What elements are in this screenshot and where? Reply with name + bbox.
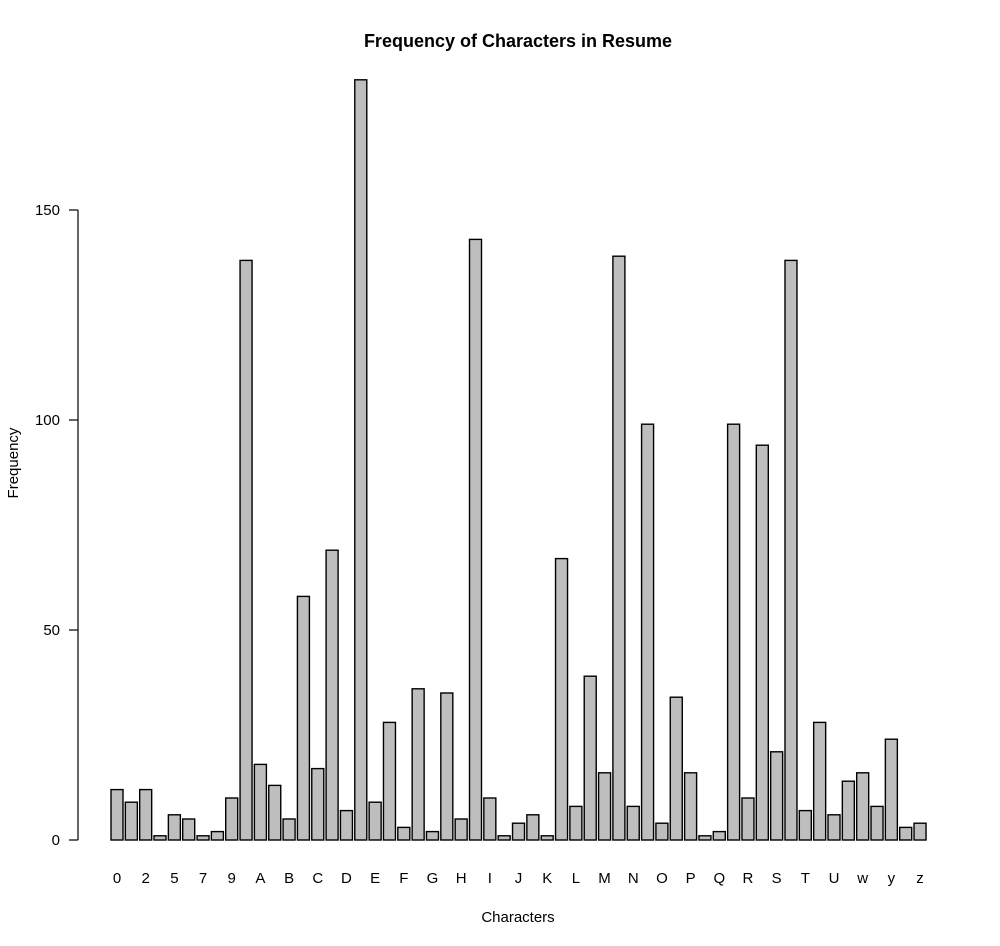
x-tick-label: G (427, 870, 439, 887)
x-tick-label: A (255, 870, 265, 887)
bar-3 (153, 835, 167, 841)
bar-h (440, 692, 454, 841)
bar-y (884, 738, 899, 841)
bar-m (583, 675, 597, 841)
x-tick-label: I (488, 870, 492, 887)
x-tick-label: H (456, 870, 467, 887)
x-tick-label: M (598, 870, 611, 887)
x-tick-label: Q (713, 870, 725, 887)
x-tick-label: E (370, 870, 380, 887)
bar-I (483, 797, 497, 841)
x-tick-label: z (916, 870, 924, 887)
x-tick-label: P (686, 870, 696, 887)
bar-t (784, 259, 798, 841)
bar-U (827, 814, 841, 841)
bar-chart: Frequency of Characters in Resume Charac… (5, 31, 927, 926)
bar-x (870, 805, 884, 841)
x-axis-label: Characters (481, 909, 554, 926)
y-tick-label: 100 (35, 412, 60, 429)
x-tick-label: B (284, 870, 294, 887)
y-tick-label: 50 (43, 622, 60, 639)
x-tick-label: C (312, 870, 323, 887)
x-tick-label: U (829, 870, 840, 887)
y-tick-label: 150 (35, 202, 60, 219)
x-tick-label: D (341, 870, 352, 887)
x-tick-label: K (542, 870, 552, 887)
bar-v (841, 780, 856, 841)
x-tick-label: 0 (113, 870, 121, 887)
bar-9 (225, 797, 239, 841)
x-tick-label: T (801, 870, 810, 887)
bar-g (411, 688, 425, 841)
x-tick-label: F (399, 870, 408, 887)
bar-0 (110, 788, 124, 841)
x-tick-label: 2 (142, 870, 150, 887)
y-axis-label: Frequency (5, 427, 22, 498)
bar-p (669, 696, 683, 841)
bar-2 (138, 788, 153, 841)
bar-5 (167, 814, 182, 841)
bar-z (913, 822, 927, 841)
x-tick-label: L (572, 870, 580, 887)
bars-group (110, 79, 927, 841)
bar-O (655, 822, 669, 841)
bar-F (397, 826, 411, 841)
bar-A (253, 763, 268, 841)
x-tick-label: 5 (170, 870, 178, 887)
bar-e (354, 79, 368, 841)
bar-s (755, 444, 769, 841)
x-tick-label: S (772, 870, 782, 887)
bar-E (368, 801, 382, 841)
x-tick-label: 9 (228, 870, 236, 887)
bar-u (812, 721, 827, 841)
y-tick-label: 0 (52, 832, 60, 849)
bar-f (382, 721, 397, 841)
y-axis: 0 50 100 150 (35, 202, 79, 849)
x-tick-label: O (656, 870, 668, 887)
bar-S (769, 751, 784, 841)
x-tick-label: J (515, 870, 523, 887)
bar-b (268, 784, 282, 841)
bar-T (798, 809, 813, 841)
bar-C (311, 767, 325, 841)
bar-Q (712, 830, 726, 841)
bar-a (239, 259, 253, 841)
bar-K (540, 835, 554, 841)
x-tick-labels: 0 2 5 7 9 A B C D E F GH I J K L MNO PQ R S T Uw y z (113, 870, 924, 887)
bar-d (325, 549, 339, 841)
x-tick-label: N (628, 870, 639, 887)
bar-7 (196, 835, 210, 841)
x-tick-label: 7 (199, 870, 207, 887)
bar-j (497, 835, 511, 841)
bar-B (282, 818, 296, 841)
bar-P (683, 772, 698, 841)
bar-c (296, 595, 311, 841)
bar-1 (124, 801, 139, 841)
x-tick-label: w (856, 870, 868, 887)
bar-q (698, 835, 712, 841)
x-tick-label: R (743, 870, 754, 887)
bar-Y (899, 826, 913, 841)
bar-L (569, 805, 583, 841)
bar-r (726, 423, 741, 841)
bar-o (640, 423, 655, 841)
bar-l (554, 557, 569, 841)
bar-H (454, 818, 468, 841)
x-tick-label: y (888, 870, 896, 887)
bar-N (626, 805, 640, 841)
bar-R (741, 797, 755, 841)
bar-D (339, 809, 354, 841)
bar-n (612, 255, 626, 841)
bar-i (468, 238, 483, 841)
bar-J (511, 822, 526, 841)
bar-G (425, 830, 440, 841)
bar-M (597, 772, 612, 841)
bar-6 (181, 818, 196, 841)
bar-8 (210, 830, 225, 841)
bar-w (855, 772, 870, 841)
bar-k (526, 814, 540, 841)
chart-title: Frequency of Characters in Resume (364, 31, 672, 51)
